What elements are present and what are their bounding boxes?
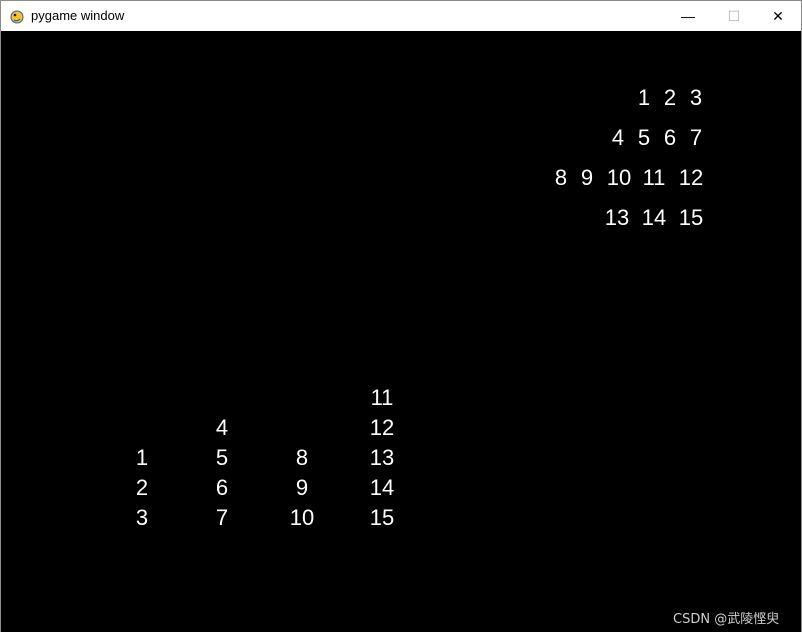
number-label: 12 (678, 165, 704, 190)
number-label: 14 (369, 475, 395, 500)
number-label: 10 (606, 165, 632, 190)
number-label: 12 (369, 415, 395, 440)
number-label: 4 (215, 415, 229, 440)
title-bar[interactable]: pygame window — ☐ ✕ (1, 1, 801, 31)
number-label: 5 (215, 445, 229, 470)
number-label: 1 (637, 85, 651, 110)
game-canvas[interactable]: 1 2 3 4 5 6 7 8 9 10 11 12 13 14 15 1 2 … (1, 31, 801, 632)
number-label: 13 (369, 445, 395, 470)
window-title: pygame window (31, 8, 125, 23)
minimize-button[interactable]: — (665, 1, 711, 31)
number-label: 9 (295, 475, 309, 500)
number-label: 11 (370, 385, 394, 410)
number-label: 15 (369, 505, 395, 530)
number-label: 6 (663, 125, 677, 150)
number-label: 2 (135, 475, 149, 500)
number-label: 8 (554, 165, 568, 190)
number-label: 2 (663, 85, 677, 110)
close-button[interactable]: ✕ (755, 1, 801, 31)
pygame-window: pygame window — ☐ ✕ 1 2 3 4 5 6 7 8 9 10… (0, 0, 802, 632)
number-label: 14 (641, 205, 667, 230)
number-label: 1 (135, 445, 149, 470)
number-label: 10 (289, 505, 315, 530)
number-label: 3 (689, 85, 703, 110)
csdn-watermark: CSDN @武陵悭臾 (673, 612, 780, 627)
number-label: 15 (678, 205, 704, 230)
number-label: 7 (689, 125, 703, 150)
number-label: 7 (215, 505, 229, 530)
number-label: 13 (604, 205, 630, 230)
number-label: 3 (135, 505, 149, 530)
maximize-button[interactable]: ☐ (711, 1, 757, 31)
number-label: 4 (611, 125, 625, 150)
minimize-icon: — (681, 8, 695, 24)
pygame-snake-icon (9, 8, 25, 24)
maximize-icon: ☐ (727, 7, 741, 24)
number-label: 9 (580, 165, 594, 190)
number-label: 5 (637, 125, 651, 150)
number-label: 11 (642, 165, 666, 190)
close-icon: ✕ (772, 7, 784, 24)
number-label: 8 (295, 445, 309, 470)
number-label: 6 (215, 475, 229, 500)
